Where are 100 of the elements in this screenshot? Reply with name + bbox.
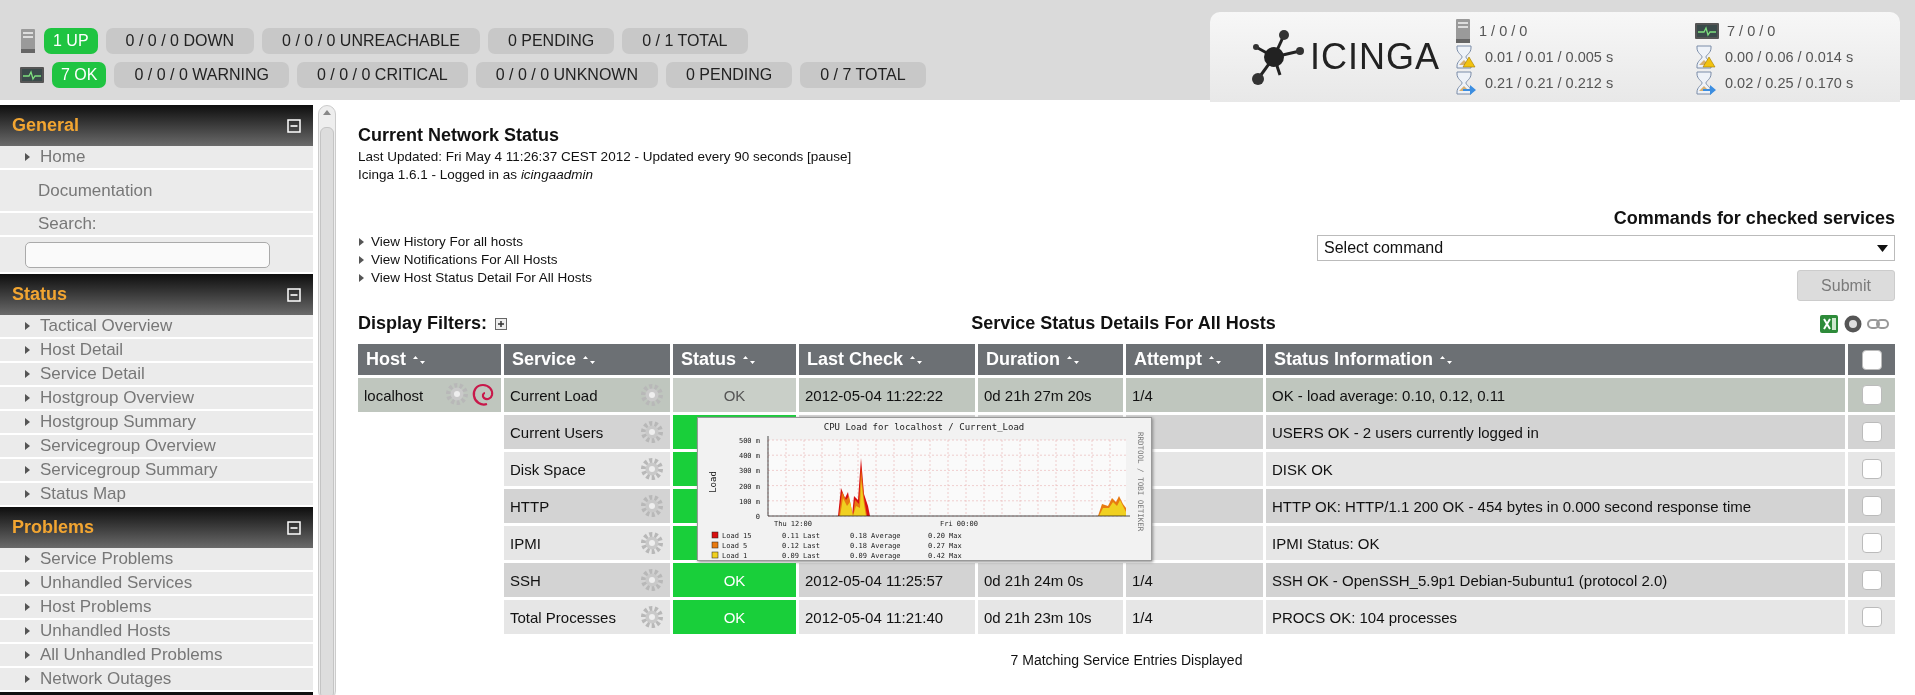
- table-cell: 0d 21h 24m 0s: [978, 563, 1123, 597]
- hourglass-arrow-icon: [1695, 71, 1717, 95]
- status-info-cell: OK - load average: 0.10, 0.12, 0.11: [1266, 378, 1845, 412]
- sidebar-item[interactable]: Unhandled Services: [0, 572, 313, 596]
- sidebar-item[interactable]: Home: [0, 146, 313, 170]
- sidebar-item[interactable]: Hostgroup Summary: [0, 411, 313, 435]
- column-header[interactable]: Status Information: [1266, 344, 1845, 375]
- arrow-icon: [24, 602, 31, 612]
- view-link[interactable]: View Notifications For All Hosts: [371, 252, 558, 267]
- column-header[interactable]: Host: [358, 344, 501, 375]
- hourglass-warning-icon: [1695, 45, 1717, 69]
- sidebar-item[interactable]: All Unhandled Problems: [0, 644, 313, 668]
- status-count[interactable]: 0 / 0 / 0 UNKNOWN: [475, 62, 658, 88]
- gear-icon[interactable]: [640, 531, 664, 555]
- status-count[interactable]: 0 / 1 TOTAL: [622, 28, 748, 54]
- service-cell[interactable]: Total Processes: [504, 600, 670, 634]
- sidebar-item[interactable]: Host Problems: [0, 596, 313, 620]
- gear-icon[interactable]: [640, 568, 664, 592]
- sort-icon[interactable]: [1208, 354, 1222, 365]
- collapse-icon[interactable]: [287, 118, 301, 133]
- sidebar-item[interactable]: Documentation: [0, 170, 313, 213]
- load-area: [1099, 500, 1126, 516]
- sort-icon[interactable]: [909, 354, 924, 365]
- sort-icon[interactable]: [1439, 354, 1453, 365]
- collapse-icon[interactable]: [287, 287, 301, 302]
- plus-icon[interactable]: [495, 317, 508, 330]
- performance-value: 1 / 0 / 0: [1479, 23, 1528, 39]
- circle-icon[interactable]: [1843, 313, 1863, 334]
- sidebar-item[interactable]: Service Problems: [0, 548, 313, 572]
- service-cell[interactable]: SSH: [504, 563, 670, 597]
- table-cell: 2012-05-04 11:25:57: [799, 563, 975, 597]
- sidebar-item[interactable]: Host Detail: [0, 339, 313, 363]
- section-header[interactable]: Problems: [0, 507, 313, 548]
- service-cell[interactable]: Current Users: [504, 415, 670, 449]
- sidebar-item[interactable]: Tactical Overview: [0, 315, 313, 339]
- column-header[interactable]: Service: [504, 344, 670, 375]
- sidebar-item[interactable]: Servicegroup Overview: [0, 435, 313, 459]
- collapse-icon[interactable]: [287, 520, 301, 535]
- search-field[interactable]: [25, 241, 270, 268]
- status-count[interactable]: 0 PENDING: [666, 62, 793, 88]
- gear-icon[interactable]: [640, 457, 664, 481]
- row-checkbox[interactable]: [1861, 385, 1882, 405]
- sort-icon[interactable]: [412, 354, 426, 365]
- status-info-cell: HTTP OK: HTTP/1.1 200 OK - 454 bytes in 0.000 second response time: [1266, 489, 1845, 523]
- status-cell: OK: [673, 378, 796, 412]
- status-count[interactable]: 0 / 0 / 0 WARNING: [114, 62, 289, 88]
- gear-icon[interactable]: [640, 420, 664, 444]
- gear-icon[interactable]: [640, 605, 664, 629]
- sidebar-item[interactable]: Unhandled Hosts: [0, 620, 313, 644]
- row-checkbox[interactable]: [1861, 496, 1882, 516]
- view-link[interactable]: View Host Status Detail For All Hosts: [371, 270, 593, 285]
- arrow-icon: [24, 441, 31, 451]
- status-cell: OK: [673, 563, 796, 597]
- view-link[interactable]: View History For all hosts: [371, 234, 524, 249]
- hourglass-arrow-icon: [1455, 71, 1477, 95]
- row-checkbox[interactable]: [1861, 570, 1882, 590]
- status-count[interactable]: 0 / 0 / 0 DOWN: [105, 28, 255, 54]
- status-count[interactable]: 0 PENDING: [487, 28, 615, 54]
- performance-value: 0.00 / 0.06 / 0.014 s: [1725, 49, 1854, 65]
- section-header[interactable]: Status: [0, 274, 313, 315]
- spreadsheet-icon[interactable]: [1819, 313, 1839, 334]
- status-count[interactable]: 0 / 0 / 0 CRITICAL: [297, 62, 468, 88]
- axis-label: Load: [708, 471, 718, 493]
- section-header[interactable]: General: [0, 105, 313, 146]
- status-count[interactable]: 0 / 0 / 0 UNREACHABLE: [262, 28, 480, 54]
- gear-icon[interactable]: [640, 494, 664, 518]
- column-header[interactable]: Attempt: [1126, 344, 1263, 375]
- row-checkbox[interactable]: [1861, 422, 1882, 442]
- service-cell[interactable]: Current Load: [504, 378, 670, 412]
- dropdown-caret-icon[interactable]: [1877, 244, 1888, 252]
- sidebar-item[interactable]: Hostgroup Overview: [0, 387, 313, 411]
- column-header[interactable]: Duration: [978, 344, 1123, 375]
- service-cell[interactable]: IPMI: [504, 526, 670, 560]
- section-title: Problems: [12, 517, 95, 538]
- service-cell[interactable]: Disk Space: [504, 452, 670, 486]
- host-cell[interactable]: localhost: [358, 378, 501, 412]
- sort-icon[interactable]: [742, 354, 756, 365]
- sidebar-item[interactable]: Network Outages: [0, 668, 313, 692]
- command-select[interactable]: Select command: [1317, 235, 1895, 261]
- scroll-up-icon[interactable]: [322, 110, 331, 115]
- sidebar-item[interactable]: Status Map: [0, 483, 313, 507]
- row-checkbox[interactable]: [1861, 533, 1882, 553]
- arrow-icon: [24, 345, 31, 355]
- arrow-icon: [24, 369, 31, 379]
- gear-icon[interactable]: [445, 382, 469, 406]
- status-count[interactable]: 0 / 7 TOTAL: [800, 62, 926, 88]
- logo-text: ICINGA: [1310, 36, 1440, 78]
- sidebar-item[interactable]: Servicegroup Summary: [0, 459, 313, 483]
- column-header[interactable]: Last Check: [799, 344, 975, 375]
- service-cell[interactable]: HTTP: [504, 489, 670, 523]
- pause-link[interactable]: [pause]: [807, 149, 852, 164]
- select-all-checkbox[interactable]: [1861, 349, 1882, 370]
- row-checkbox[interactable]: [1861, 459, 1882, 479]
- scrollbar[interactable]: [317, 105, 336, 695]
- gear-icon[interactable]: [640, 383, 664, 407]
- row-checkbox[interactable]: [1861, 607, 1882, 627]
- column-header[interactable]: Status: [673, 344, 796, 375]
- sidebar-item[interactable]: Service Detail: [0, 363, 313, 387]
- sort-icon[interactable]: [582, 354, 597, 365]
- sort-icon[interactable]: [1066, 354, 1080, 365]
